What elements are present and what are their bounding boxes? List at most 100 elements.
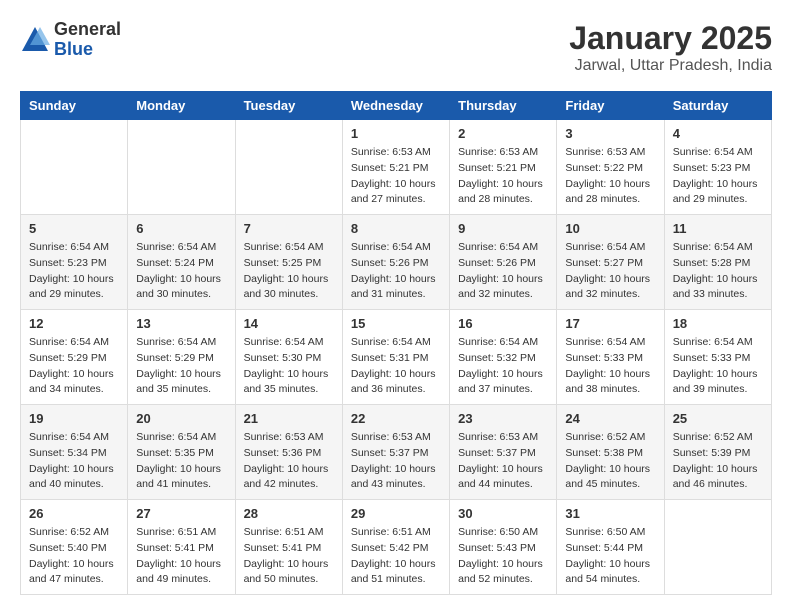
- logo-general: General: [54, 20, 121, 40]
- day-number: 26: [29, 506, 119, 521]
- calendar-cell: 5 Sunrise: 6:54 AMSunset: 5:23 PMDaylight…: [21, 215, 128, 310]
- page-header: General Blue January 2025 Jarwal, Uttar …: [20, 20, 772, 75]
- calendar-cell: 23 Sunrise: 6:53 AMSunset: 5:37 PMDayligh…: [450, 405, 557, 500]
- day-info: Sunrise: 6:52 AMSunset: 5:40 PMDaylight:…: [29, 525, 119, 588]
- weekday-header: Friday: [557, 92, 664, 120]
- day-info: Sunrise: 6:54 AMSunset: 5:26 PMDaylight:…: [458, 240, 548, 303]
- calendar-header-row: SundayMondayTuesdayWednesdayThursdayFrid…: [21, 92, 772, 120]
- day-number: 3: [565, 126, 655, 141]
- calendar-week-row: 19 Sunrise: 6:54 AMSunset: 5:34 PMDayligh…: [21, 405, 772, 500]
- day-number: 5: [29, 221, 119, 236]
- day-number: 7: [244, 221, 334, 236]
- calendar-cell: [21, 120, 128, 215]
- day-number: 28: [244, 506, 334, 521]
- calendar-week-row: 12 Sunrise: 6:54 AMSunset: 5:29 PMDayligh…: [21, 310, 772, 405]
- day-info: Sunrise: 6:52 AMSunset: 5:39 PMDaylight:…: [673, 430, 763, 493]
- day-info: Sunrise: 6:54 AMSunset: 5:23 PMDaylight:…: [673, 145, 763, 208]
- calendar-cell: 13 Sunrise: 6:54 AMSunset: 5:29 PMDayligh…: [128, 310, 235, 405]
- calendar-week-row: 5 Sunrise: 6:54 AMSunset: 5:23 PMDaylight…: [21, 215, 772, 310]
- day-info: Sunrise: 6:51 AMSunset: 5:41 PMDaylight:…: [244, 525, 334, 588]
- logo: General Blue: [20, 20, 121, 60]
- day-info: Sunrise: 6:54 AMSunset: 5:31 PMDaylight:…: [351, 335, 441, 398]
- day-info: Sunrise: 6:53 AMSunset: 5:21 PMDaylight:…: [458, 145, 548, 208]
- day-info: Sunrise: 6:51 AMSunset: 5:41 PMDaylight:…: [136, 525, 226, 588]
- logo-icon: [20, 25, 50, 55]
- logo-blue: Blue: [54, 40, 121, 60]
- day-info: Sunrise: 6:50 AMSunset: 5:44 PMDaylight:…: [565, 525, 655, 588]
- weekday-header: Monday: [128, 92, 235, 120]
- day-number: 12: [29, 316, 119, 331]
- calendar-cell: 4 Sunrise: 6:54 AMSunset: 5:23 PMDaylight…: [664, 120, 771, 215]
- day-info: Sunrise: 6:54 AMSunset: 5:23 PMDaylight:…: [29, 240, 119, 303]
- day-info: Sunrise: 6:54 AMSunset: 5:27 PMDaylight:…: [565, 240, 655, 303]
- calendar-cell: 30Sunrise: 6:50 AMSunset: 5:43 PMDayligh…: [450, 500, 557, 595]
- day-number: 20: [136, 411, 226, 426]
- day-number: 23: [458, 411, 548, 426]
- day-info: Sunrise: 6:52 AMSunset: 5:38 PMDaylight:…: [565, 430, 655, 493]
- day-number: 8: [351, 221, 441, 236]
- day-number: 21: [244, 411, 334, 426]
- calendar-cell: 14Sunrise: 6:54 AMSunset: 5:30 PMDayligh…: [235, 310, 342, 405]
- calendar-cell: 24 Sunrise: 6:52 AMSunset: 5:38 PMDayligh…: [557, 405, 664, 500]
- calendar-cell: 15 Sunrise: 6:54 AMSunset: 5:31 PMDayligh…: [342, 310, 449, 405]
- calendar-cell: 2 Sunrise: 6:53 AMSunset: 5:21 PMDaylight…: [450, 120, 557, 215]
- calendar-cell: 8 Sunrise: 6:54 AMSunset: 5:26 PMDaylight…: [342, 215, 449, 310]
- calendar-cell: 11Sunrise: 6:54 AMSunset: 5:28 PMDayligh…: [664, 215, 771, 310]
- day-number: 6: [136, 221, 226, 236]
- day-info: Sunrise: 6:53 AMSunset: 5:22 PMDaylight:…: [565, 145, 655, 208]
- day-number: 4: [673, 126, 763, 141]
- day-number: 2: [458, 126, 548, 141]
- day-info: Sunrise: 6:53 AMSunset: 5:36 PMDaylight:…: [244, 430, 334, 493]
- weekday-header: Sunday: [21, 92, 128, 120]
- location: Jarwal, Uttar Pradesh, India: [569, 57, 772, 75]
- weekday-header: Tuesday: [235, 92, 342, 120]
- day-info: Sunrise: 6:54 AMSunset: 5:29 PMDaylight:…: [136, 335, 226, 398]
- day-number: 19: [29, 411, 119, 426]
- day-number: 25: [673, 411, 763, 426]
- calendar-cell: 28 Sunrise: 6:51 AMSunset: 5:41 PMDayligh…: [235, 500, 342, 595]
- day-info: Sunrise: 6:54 AMSunset: 5:33 PMDaylight:…: [565, 335, 655, 398]
- day-number: 13: [136, 316, 226, 331]
- calendar-cell: 10 Sunrise: 6:54 AMSunset: 5:27 PMDayligh…: [557, 215, 664, 310]
- day-info: Sunrise: 6:54 AMSunset: 5:34 PMDaylight:…: [29, 430, 119, 493]
- calendar-week-row: 26 Sunrise: 6:52 AMSunset: 5:40 PMDayligh…: [21, 500, 772, 595]
- weekday-header: Wednesday: [342, 92, 449, 120]
- calendar-cell: [128, 120, 235, 215]
- month-title: January 2025: [569, 20, 772, 57]
- calendar-week-row: 1 Sunrise: 6:53 AMSunset: 5:21 PMDaylight…: [21, 120, 772, 215]
- calendar-cell: 9Sunrise: 6:54 AMSunset: 5:26 PMDaylight…: [450, 215, 557, 310]
- calendar-cell: 6 Sunrise: 6:54 AMSunset: 5:24 PMDaylight…: [128, 215, 235, 310]
- day-info: Sunrise: 6:54 AMSunset: 5:32 PMDaylight:…: [458, 335, 548, 398]
- day-info: Sunrise: 6:54 AMSunset: 5:26 PMDaylight:…: [351, 240, 441, 303]
- calendar-cell: 27 Sunrise: 6:51 AMSunset: 5:41 PMDayligh…: [128, 500, 235, 595]
- day-info: Sunrise: 6:54 AMSunset: 5:35 PMDaylight:…: [136, 430, 226, 493]
- calendar-cell: 22Sunrise: 6:53 AMSunset: 5:37 PMDayligh…: [342, 405, 449, 500]
- weekday-header: Saturday: [664, 92, 771, 120]
- day-number: 31: [565, 506, 655, 521]
- calendar-cell: 18 Sunrise: 6:54 AMSunset: 5:33 PMDayligh…: [664, 310, 771, 405]
- day-number: 16: [458, 316, 548, 331]
- calendar-table: SundayMondayTuesdayWednesdayThursdayFrid…: [20, 91, 772, 595]
- calendar-cell: 12 Sunrise: 6:54 AMSunset: 5:29 PMDayligh…: [21, 310, 128, 405]
- calendar-cell: 20 Sunrise: 6:54 AMSunset: 5:35 PMDayligh…: [128, 405, 235, 500]
- day-number: 24: [565, 411, 655, 426]
- day-info: Sunrise: 6:53 AMSunset: 5:37 PMDaylight:…: [458, 430, 548, 493]
- day-info: Sunrise: 6:54 AMSunset: 5:33 PMDaylight:…: [673, 335, 763, 398]
- weekday-header: Thursday: [450, 92, 557, 120]
- day-info: Sunrise: 6:53 AMSunset: 5:21 PMDaylight:…: [351, 145, 441, 208]
- day-info: Sunrise: 6:54 AMSunset: 5:24 PMDaylight:…: [136, 240, 226, 303]
- day-number: 27: [136, 506, 226, 521]
- calendar-cell: 31 Sunrise: 6:50 AMSunset: 5:44 PMDayligh…: [557, 500, 664, 595]
- day-number: 10: [565, 221, 655, 236]
- day-number: 1: [351, 126, 441, 141]
- calendar-cell: 26 Sunrise: 6:52 AMSunset: 5:40 PMDayligh…: [21, 500, 128, 595]
- day-info: Sunrise: 6:54 AMSunset: 5:29 PMDaylight:…: [29, 335, 119, 398]
- calendar-cell: [235, 120, 342, 215]
- day-info: Sunrise: 6:54 AMSunset: 5:25 PMDaylight:…: [244, 240, 334, 303]
- calendar-cell: 3 Sunrise: 6:53 AMSunset: 5:22 PMDaylight…: [557, 120, 664, 215]
- day-number: 18: [673, 316, 763, 331]
- day-number: 15: [351, 316, 441, 331]
- calendar-cell: 16 Sunrise: 6:54 AMSunset: 5:32 PMDayligh…: [450, 310, 557, 405]
- day-info: Sunrise: 6:53 AMSunset: 5:37 PMDaylight:…: [351, 430, 441, 493]
- day-number: 11: [673, 221, 763, 236]
